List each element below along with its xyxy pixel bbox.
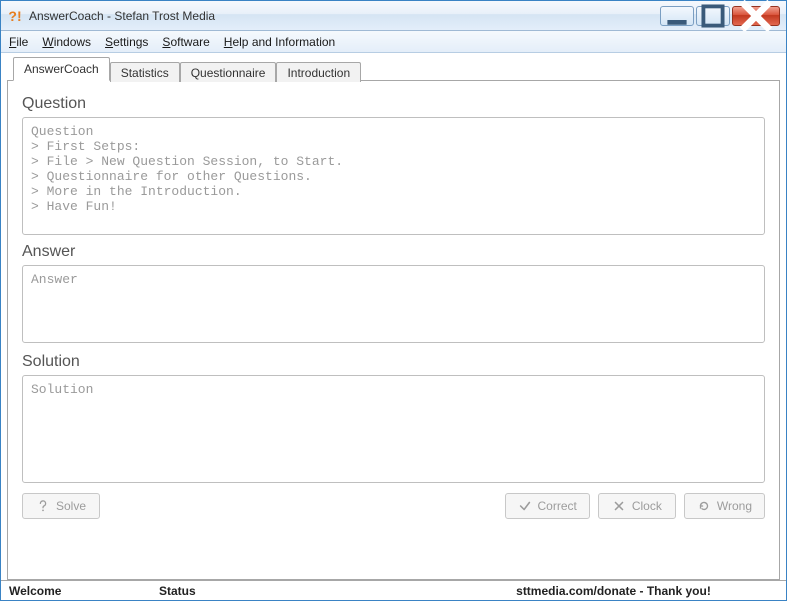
status-welcome: Welcome [1, 581, 151, 600]
check-icon [518, 499, 532, 513]
window-title: AnswerCoach - Stefan Trost Media [29, 9, 658, 23]
status-status: Status [151, 581, 441, 600]
question-box[interactable]: Question > First Setps: > File > New Que… [22, 117, 765, 235]
x-icon [612, 499, 626, 513]
tab-answercoach[interactable]: AnswerCoach [13, 57, 110, 81]
app-window: ?! AnswerCoach - Stefan Trost Media File… [0, 0, 787, 601]
question-mark-icon [36, 499, 50, 513]
spacer [108, 493, 497, 519]
solution-box[interactable]: Solution [22, 375, 765, 483]
menubar: File Windows Settings Software Help and … [1, 31, 786, 53]
answer-input[interactable]: Answer [22, 265, 765, 343]
correct-button[interactable]: Correct [505, 493, 590, 519]
answer-label: Answer [22, 243, 765, 261]
clock-button[interactable]: Clock [598, 493, 676, 519]
close-button[interactable] [732, 6, 780, 26]
tab-panel-answercoach: Question Question > First Setps: > File … [7, 80, 780, 580]
window-controls [658, 6, 780, 26]
correct-button-label: Correct [538, 499, 577, 513]
titlebar[interactable]: ?! AnswerCoach - Stefan Trost Media [1, 1, 786, 31]
wrong-button[interactable]: Wrong [684, 493, 765, 519]
statusbar: Welcome Status sttmedia.com/donate - Tha… [1, 580, 786, 600]
question-label: Question [22, 95, 765, 113]
button-row: Solve Correct Clock Wrong [22, 493, 765, 519]
tab-questionnaire[interactable]: Questionnaire [180, 62, 277, 82]
menu-help[interactable]: Help and Information [224, 35, 335, 49]
maximize-icon [697, 0, 729, 32]
solve-button[interactable]: Solve [22, 493, 100, 519]
status-donate[interactable]: sttmedia.com/donate - Thank you! [441, 581, 786, 600]
refresh-icon [697, 499, 711, 513]
minimize-icon [661, 0, 693, 32]
clock-button-label: Clock [632, 499, 662, 513]
menu-windows[interactable]: Windows [42, 35, 91, 49]
client-area: AnswerCoach Statistics Questionnaire Int… [1, 53, 786, 580]
menu-software[interactable]: Software [162, 35, 209, 49]
tabstrip: AnswerCoach Statistics Questionnaire Int… [13, 57, 780, 81]
wrong-button-label: Wrong [717, 499, 752, 513]
minimize-button[interactable] [660, 6, 694, 26]
maximize-button[interactable] [696, 6, 730, 26]
solve-button-label: Solve [56, 499, 86, 513]
tab-statistics[interactable]: Statistics [110, 62, 180, 82]
menu-settings[interactable]: Settings [105, 35, 148, 49]
app-icon: ?! [7, 8, 23, 24]
solution-label: Solution [22, 353, 765, 371]
menu-file[interactable]: File [9, 35, 28, 49]
tab-introduction[interactable]: Introduction [276, 62, 361, 82]
